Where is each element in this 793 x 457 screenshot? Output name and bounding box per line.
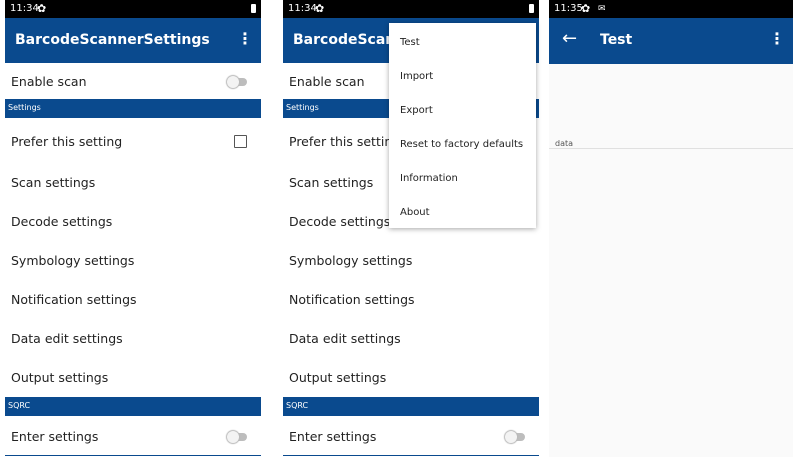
phone-screen-test: 11:35 ✿ ✉ ← Test ⋮ data (549, 0, 793, 457)
app-title: Test (600, 32, 633, 48)
enter-settings-label: Enter settings (289, 429, 377, 444)
more-vert-icon[interactable]: ⋮ (237, 30, 253, 48)
phone-screen-settings: 11:34 ✿ BarcodeScannerSettings ⋮ Enable … (5, 0, 261, 457)
menu-item-information[interactable]: Information (389, 161, 536, 195)
notification-settings-label: Notification settings (289, 292, 415, 307)
notification-settings-label: Notification settings (11, 292, 137, 307)
decode-settings-label: Decode settings (289, 214, 391, 229)
prefer-setting-label: Prefer this setting (289, 134, 401, 149)
data-field-label: data (555, 139, 574, 148)
settings-section-header: Settings (5, 99, 261, 118)
symbology-settings-label: Symbology settings (11, 253, 135, 268)
divider (5, 455, 261, 456)
mail-icon: ✉ (598, 4, 606, 14)
prefer-setting-checkbox[interactable] (234, 135, 247, 148)
status-bar: 11:34 ✿ (283, 0, 539, 18)
symbology-settings-item[interactable]: Symbology settings (283, 242, 539, 280)
enable-scan-row[interactable]: Enable scan (5, 63, 261, 101)
menu-item-export[interactable]: Export (389, 93, 536, 127)
menu-item-label: Export (400, 105, 433, 116)
enter-settings-label: Enter settings (11, 429, 99, 444)
menu-item-label: Information (400, 173, 458, 184)
decode-settings-item[interactable]: Decode settings (5, 203, 261, 241)
menu-item-label: Test (400, 37, 420, 48)
status-time: 11:35 (554, 3, 583, 14)
menu-item-test[interactable]: Test (389, 25, 536, 59)
scan-settings-label: Scan settings (11, 175, 96, 190)
divider (283, 455, 539, 456)
gear-icon: ✿ (315, 2, 325, 15)
status-bar: 11:35 ✿ ✉ (549, 0, 793, 18)
enter-settings-row[interactable]: Enter settings (283, 418, 539, 456)
sqrc-section-header: SQRC (283, 397, 539, 416)
enter-settings-row[interactable]: Enter settings (5, 418, 261, 456)
data-edit-settings-label: Data edit settings (11, 331, 123, 346)
section-header-label: Settings (286, 103, 319, 112)
prefer-setting-label: Prefer this setting (11, 134, 123, 149)
notification-settings-item[interactable]: Notification settings (283, 281, 539, 319)
status-time: 11:34 (10, 3, 39, 14)
app-bar: ← Test ⋮ (549, 18, 793, 64)
data-edit-settings-label: Data edit settings (289, 331, 401, 346)
data-field-underline[interactable] (549, 148, 793, 149)
notification-settings-item[interactable]: Notification settings (5, 281, 261, 319)
enable-scan-label: Enable scan (11, 74, 87, 89)
output-settings-label: Output settings (289, 370, 387, 385)
sqrc-section-header: SQRC (5, 397, 261, 416)
enter-settings-toggle[interactable] (505, 431, 525, 443)
battery-icon (529, 4, 534, 13)
data-edit-settings-item[interactable]: Data edit settings (5, 320, 261, 358)
section-header-label: SQRC (8, 401, 31, 410)
section-header-label: Settings (8, 103, 41, 112)
enable-scan-toggle[interactable] (227, 76, 247, 88)
prefer-setting-row[interactable]: Prefer this setting (5, 123, 261, 161)
app-title: BarcodeScannerSettings (15, 32, 210, 48)
data-edit-settings-item[interactable]: Data edit settings (283, 320, 539, 358)
status-bar: 11:34 ✿ (5, 0, 261, 18)
output-settings-label: Output settings (11, 370, 109, 385)
more-vert-icon[interactable]: ⋮ (769, 30, 785, 48)
menu-item-label: About (400, 207, 430, 218)
scan-settings-label: Scan settings (289, 175, 374, 190)
status-time: 11:34 (288, 3, 317, 14)
battery-icon (251, 4, 256, 13)
enable-scan-label: Enable scan (289, 74, 365, 89)
symbology-settings-label: Symbology settings (289, 253, 413, 268)
menu-item-import[interactable]: Import (389, 59, 536, 93)
symbology-settings-item[interactable]: Symbology settings (5, 242, 261, 280)
menu-item-reset[interactable]: Reset to factory defaults (389, 127, 536, 161)
menu-item-about[interactable]: About (389, 195, 536, 229)
output-settings-item[interactable]: Output settings (5, 359, 261, 397)
output-settings-item[interactable]: Output settings (283, 359, 539, 397)
app-bar: BarcodeScannerSettings ⋮ (5, 18, 261, 64)
enter-settings-toggle[interactable] (227, 431, 247, 443)
overflow-menu: Test Import Export Reset to factory defa… (389, 23, 536, 228)
menu-item-label: Import (400, 71, 434, 82)
section-header-label: SQRC (286, 401, 309, 410)
gear-icon: ✿ (581, 2, 591, 15)
decode-settings-label: Decode settings (11, 214, 113, 229)
back-arrow-icon[interactable]: ← (562, 29, 577, 49)
gear-icon: ✿ (37, 2, 47, 15)
menu-item-label: Reset to factory defaults (400, 139, 524, 150)
scan-settings-item[interactable]: Scan settings (5, 164, 261, 202)
